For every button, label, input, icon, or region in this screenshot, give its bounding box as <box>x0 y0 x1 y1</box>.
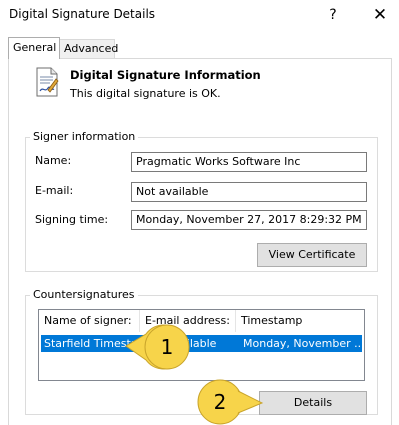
callout-2-number: 2 <box>214 390 227 414</box>
name-label: Name: <box>35 154 72 167</box>
details-button[interactable]: Details <box>259 391 367 415</box>
tab-advanced[interactable]: Advanced <box>59 39 118 58</box>
view-certificate-button[interactable]: View Certificate <box>257 243 367 267</box>
callout-2: 2 <box>197 379 264 425</box>
window-title: Digital Signature Details <box>9 7 156 21</box>
signing-time-field[interactable]: Monday, November 27, 2017 8:29:32 PM <box>131 210 367 230</box>
digital-signature-details-dialog: Digital Signature Details ? ✕ General Ad… <box>0 0 399 425</box>
list-header: Name of signer: E-mail address: Timestam… <box>39 310 364 332</box>
title-bar: Digital Signature Details ? ✕ <box>0 0 399 30</box>
help-button[interactable]: ? <box>322 4 344 26</box>
info-status: This digital signature is OK. <box>70 87 221 100</box>
cell-timestamp: Monday, November ... <box>243 337 362 350</box>
info-title: Digital Signature Information <box>70 68 261 82</box>
email-field[interactable]: Not available <box>131 182 367 202</box>
column-header-timestamp[interactable]: Timestamp <box>236 310 364 332</box>
countersignatures-list[interactable]: Name of signer: E-mail address: Timestam… <box>38 309 365 381</box>
certificate-document-icon <box>36 67 59 97</box>
tab-general[interactable]: General <box>8 37 60 59</box>
close-button[interactable]: ✕ <box>369 4 391 26</box>
signer-information-label: Signer information <box>30 130 139 143</box>
callout-1: 1 <box>125 324 190 370</box>
countersignatures-label: Countersignatures <box>30 288 138 301</box>
email-label: E-mail: <box>35 184 74 197</box>
callout-1-number: 1 <box>161 335 174 359</box>
name-field[interactable]: Pragmatic Works Software Inc <box>131 152 367 172</box>
signing-time-label: Signing time: <box>35 213 109 226</box>
list-item[interactable]: Starfield Timesta... Not available Monda… <box>41 335 362 352</box>
